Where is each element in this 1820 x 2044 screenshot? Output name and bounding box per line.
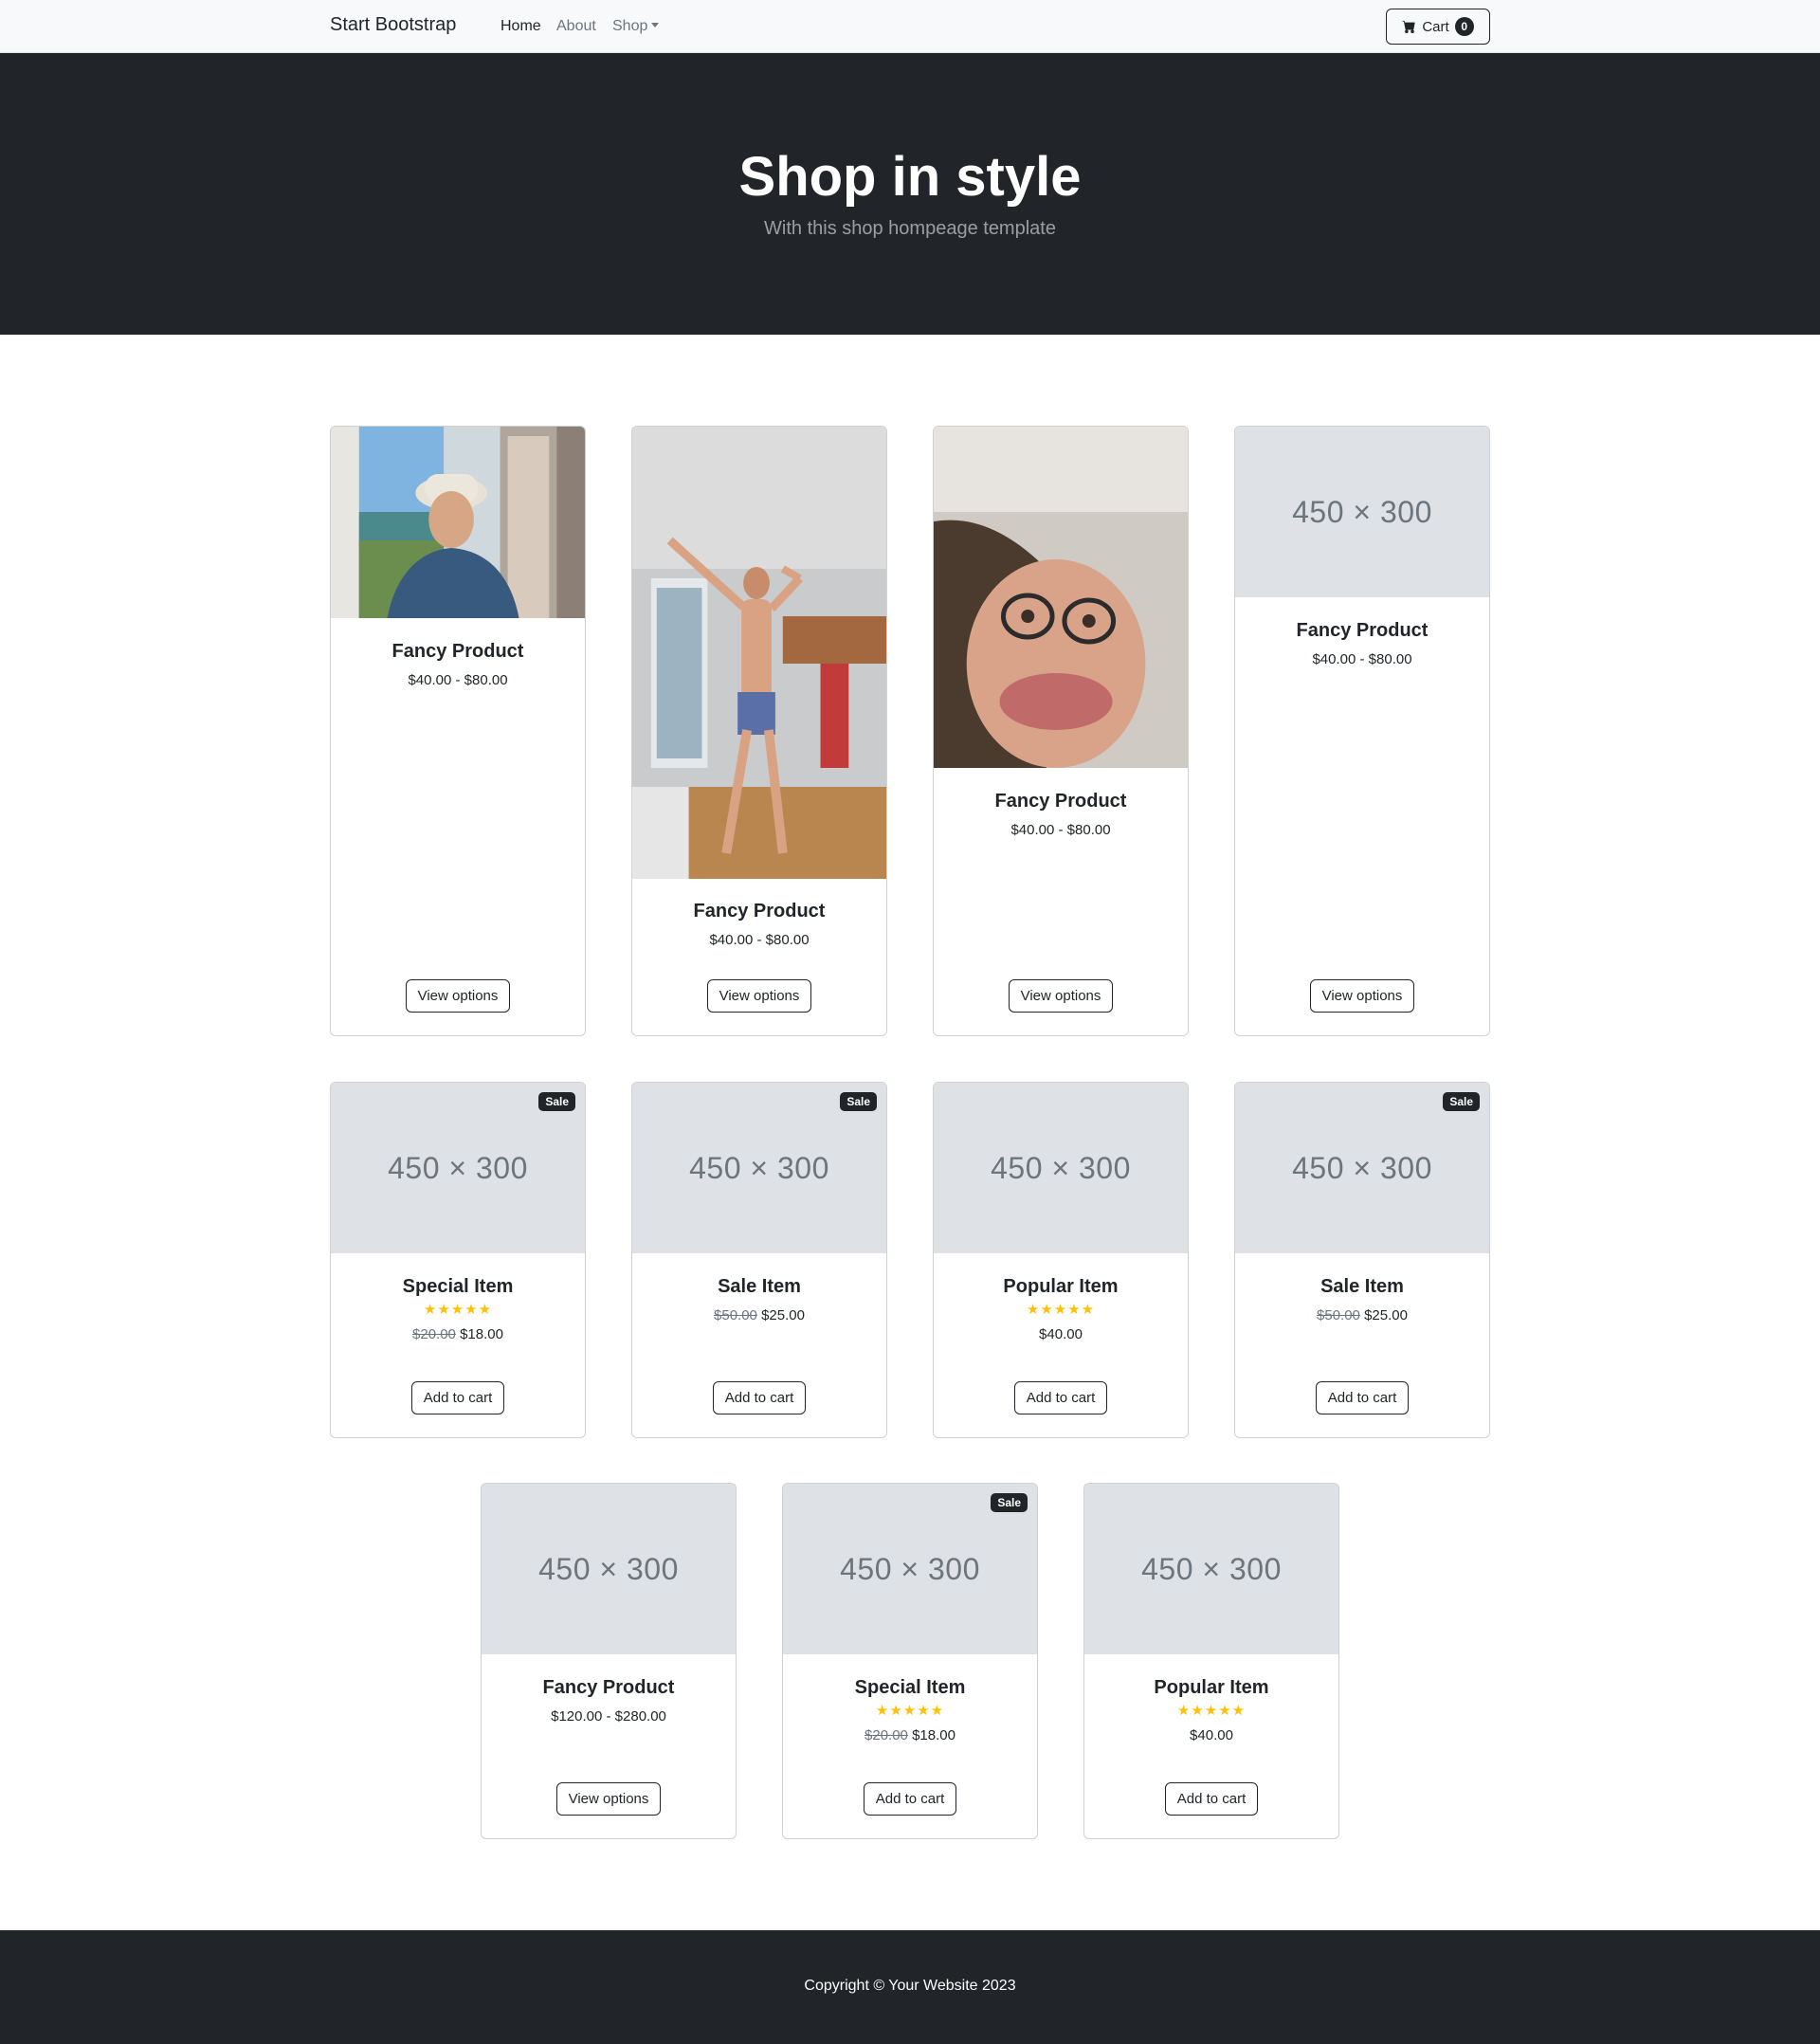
star-rating-icon: ★★★★★: [1176, 1703, 1247, 1719]
product-price: $50.00 $25.00: [1235, 1307, 1489, 1323]
image-placeholder: 450 × 300: [991, 1150, 1131, 1185]
nav-shop-label: Shop: [612, 18, 648, 34]
product-image: [331, 427, 585, 618]
product-image: 450 × 300 Sale: [1235, 1083, 1489, 1253]
cart-label: Cart: [1422, 18, 1449, 35]
product-card: 450 × 300 Sale Special Item ★★★★★ $20.00…: [782, 1483, 1038, 1839]
product-price: $40.00 - $80.00: [709, 932, 810, 948]
product-price: $50.00 $25.00: [632, 1307, 886, 1323]
add-to-cart-button[interactable]: Add to cart: [712, 1381, 807, 1414]
add-to-cart-button[interactable]: Add to cart: [1013, 1381, 1108, 1414]
product-price: $40.00 - $80.00: [1010, 822, 1111, 838]
navbar: Start Bootstrap Home About Shop Cart 0: [0, 0, 1820, 53]
person-photo: [331, 427, 585, 618]
product-title: Sale Item: [1320, 1276, 1404, 1297]
sale-badge: Sale: [1443, 1092, 1480, 1111]
person-photo: [632, 427, 886, 879]
image-placeholder: 450 × 300: [689, 1150, 829, 1185]
nav-home[interactable]: Home: [500, 18, 541, 35]
old-price: $50.00: [1317, 1307, 1360, 1323]
hero-header: Shop in style With this shop hompeage te…: [0, 53, 1820, 335]
product-price: $40.00 - $80.00: [408, 672, 508, 688]
sale-price: $25.00: [761, 1307, 805, 1323]
sale-price: $25.00: [1364, 1307, 1408, 1323]
product-price: $120.00 - $280.00: [551, 1708, 666, 1725]
product-card: 450 × 300 Fancy Product $120.00 - $280.0…: [481, 1483, 737, 1839]
product-card: 450 × 300 Popular Item ★★★★★ $40.00 Add …: [933, 1082, 1189, 1438]
product-image: 450 × 300: [482, 1484, 736, 1654]
cart-button[interactable]: Cart 0: [1386, 9, 1490, 45]
product-price: $20.00 $18.00: [783, 1727, 1037, 1743]
sale-price: $18.00: [460, 1326, 503, 1342]
sale-price: $18.00: [912, 1727, 956, 1743]
add-to-cart-button[interactable]: Add to cart: [863, 1782, 957, 1816]
cart-count-badge: 0: [1454, 17, 1474, 36]
product-card: 450 × 300 Sale Special Item ★★★★★ $20.00…: [330, 1082, 586, 1438]
image-placeholder: 450 × 300: [1141, 1551, 1282, 1586]
sale-badge: Sale: [840, 1092, 877, 1111]
chevron-down-icon: [651, 23, 660, 27]
product-title: Special Item: [402, 1276, 514, 1297]
hero-title: Shop in style: [738, 146, 1082, 208]
product-title: Fancy Product: [391, 641, 524, 662]
product-image: [632, 427, 886, 879]
product-price: $40.00: [1190, 1727, 1233, 1743]
product-card: 450 × 300 Sale Sale Item $50.00 $25.00 A…: [1234, 1082, 1490, 1438]
product-card: Fancy Product $40.00 - $80.00 View optio…: [330, 426, 586, 1036]
product-title: Special Item: [854, 1677, 966, 1698]
product-title: Sale Item: [718, 1276, 801, 1297]
product-card: 450 × 300 Fancy Product $40.00 - $80.00 …: [1234, 426, 1490, 1036]
sale-badge: Sale: [538, 1092, 575, 1111]
nav-shop-dropdown[interactable]: Shop: [612, 18, 660, 35]
old-price: $20.00: [412, 1326, 456, 1342]
cart-icon: [1402, 20, 1416, 33]
view-options-button[interactable]: View options: [706, 979, 812, 1013]
nav-about[interactable]: About: [556, 18, 596, 35]
view-options-button[interactable]: View options: [405, 979, 511, 1013]
old-price: $50.00: [714, 1307, 757, 1323]
view-options-button[interactable]: View options: [555, 1782, 662, 1816]
product-image: 450 × 300 Sale: [632, 1083, 886, 1253]
product-title: Popular Item: [1154, 1677, 1269, 1698]
product-image: 450 × 300: [934, 1083, 1188, 1253]
brand-link[interactable]: Start Bootstrap: [330, 14, 456, 36]
product-price: $40.00 - $80.00: [1312, 651, 1412, 667]
product-image: 450 × 300 Sale: [331, 1083, 585, 1253]
product-title: Popular Item: [1003, 1276, 1119, 1297]
product-card: 450 × 300 Sale Sale Item $50.00 $25.00 A…: [631, 1082, 887, 1438]
product-card: 450 × 300 Popular Item ★★★★★ $40.00 Add …: [1083, 1483, 1339, 1839]
product-title: Fancy Product: [693, 901, 826, 922]
image-placeholder: 450 × 300: [538, 1551, 679, 1586]
product-image: 450 × 300: [1084, 1484, 1338, 1654]
image-placeholder: 450 × 300: [388, 1150, 528, 1185]
person-photo: [934, 427, 1188, 768]
sale-badge: Sale: [991, 1493, 1028, 1512]
add-to-cart-button[interactable]: Add to cart: [410, 1381, 505, 1414]
product-image: [934, 427, 1188, 768]
add-to-cart-button[interactable]: Add to cart: [1315, 1381, 1410, 1414]
hero-subtitle: With this shop hompeage template: [764, 218, 1056, 239]
product-price: $40.00: [1039, 1326, 1083, 1342]
product-price: $20.00 $18.00: [331, 1326, 585, 1342]
add-to-cart-button[interactable]: Add to cart: [1164, 1782, 1259, 1816]
copyright-text: Copyright © Your Website 2023: [804, 1978, 1016, 1994]
image-placeholder: 450 × 300: [1292, 1150, 1432, 1185]
image-placeholder: 450 × 300: [1292, 494, 1432, 529]
view-options-button[interactable]: View options: [1008, 979, 1114, 1013]
product-image: 450 × 300: [1235, 427, 1489, 597]
view-options-button[interactable]: View options: [1309, 979, 1415, 1013]
footer: Copyright © Your Website 2023: [0, 1930, 1820, 2044]
product-image: 450 × 300 Sale: [783, 1484, 1037, 1654]
star-rating-icon: ★★★★★: [423, 1302, 493, 1318]
product-card: Fancy Product $40.00 - $80.00 View optio…: [933, 426, 1189, 1036]
product-card: Fancy Product $40.00 - $80.00 View optio…: [631, 426, 887, 1036]
product-title: Fancy Product: [542, 1677, 675, 1698]
old-price: $20.00: [864, 1727, 908, 1743]
product-title: Fancy Product: [1296, 620, 1429, 641]
image-placeholder: 450 × 300: [840, 1551, 980, 1586]
star-rating-icon: ★★★★★: [1026, 1302, 1096, 1318]
product-title: Fancy Product: [994, 791, 1127, 812]
star-rating-icon: ★★★★★: [875, 1703, 945, 1719]
